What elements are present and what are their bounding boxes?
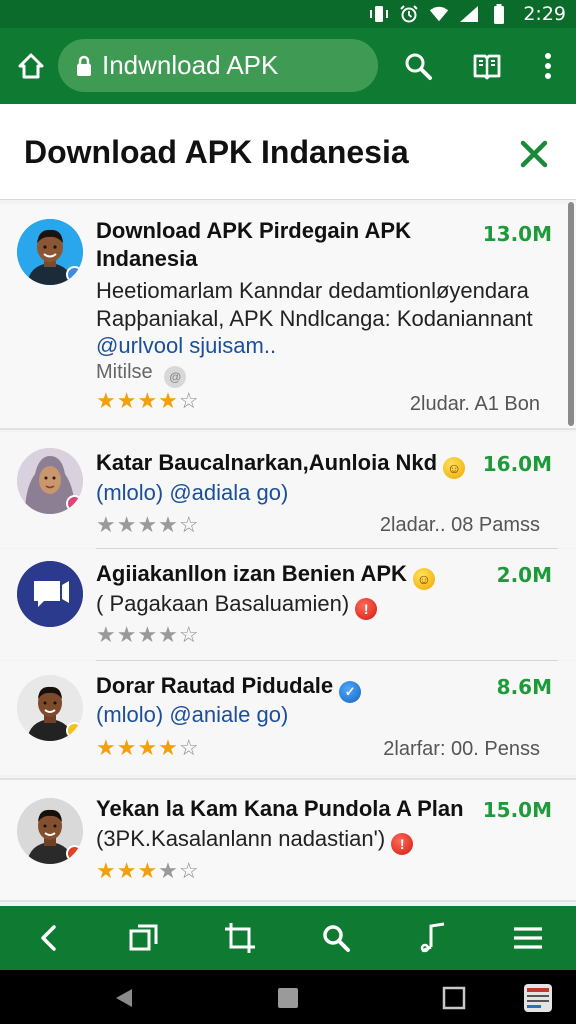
search-icon[interactable] xyxy=(312,914,360,962)
rating-stars: ★★★★☆ xyxy=(96,512,200,537)
app-downloads: 2ladar.. 08 Pamss xyxy=(379,514,540,536)
rating-stars: ★★★★☆ xyxy=(96,735,200,760)
system-navigation xyxy=(0,970,576,1024)
alarm-icon xyxy=(399,5,419,23)
emoji-icon: ! xyxy=(355,598,378,620)
music-icon[interactable] xyxy=(408,914,456,962)
lock-icon xyxy=(76,55,92,77)
clock: 2:29 xyxy=(523,3,566,25)
wifi-icon xyxy=(429,5,449,23)
menu-icon[interactable] xyxy=(504,914,552,962)
tabs-icon[interactable] xyxy=(120,914,168,962)
bottom-navigation xyxy=(0,906,576,970)
meta-label: Mitilse xyxy=(96,361,153,383)
avatar xyxy=(17,448,83,514)
app-subtitle[interactable]: (mlolo) @adiala go) xyxy=(96,480,288,506)
vibrate-icon xyxy=(369,5,389,23)
url-text: Indwnload APK xyxy=(102,50,279,80)
list-item[interactable]: Dorar Rautad Pidudale ✓ 8.6M (mlolo) @ani… xyxy=(0,661,576,775)
app-description: Heetiomarlam Kanndar dedamtionløyendara xyxy=(96,278,529,303)
home-square-icon[interactable] xyxy=(274,984,302,1012)
avatar xyxy=(17,675,83,741)
app-title: Katar Baucalnarkan,Aunloia Nkd ☺ xyxy=(96,450,466,479)
list-item[interactable]: Agiiakanllon izan Benien APK ☺ 2.0M ( Pag… xyxy=(0,549,576,660)
back-triangle-icon[interactable] xyxy=(110,984,138,1012)
badge-icon xyxy=(66,495,83,512)
app-size: 2.0M xyxy=(496,563,552,587)
list-item[interactable]: Download APK Pirdegain APK Indanesia 13.… xyxy=(0,204,576,430)
back-icon[interactable] xyxy=(24,914,72,962)
app-subtitle[interactable]: (mlolo) @aniale go) xyxy=(96,702,288,728)
bookmarks-icon[interactable] xyxy=(461,40,513,92)
list-item[interactable]: Katar Baucalnarkan,Aunloia Nkd ☺ 16.0M (m… xyxy=(0,432,576,548)
page-title: Download APK Indanesia xyxy=(24,134,409,170)
rating-stars: ★★★★☆ xyxy=(96,622,200,647)
verified-icon: ✓ xyxy=(339,681,362,703)
emoji-icon: ☺ xyxy=(443,457,466,479)
app-downloads: 2ludar. A1 Bon xyxy=(409,393,540,415)
avatar xyxy=(17,219,83,285)
scrollbar[interactable] xyxy=(568,202,574,426)
status-bar: 2:29 xyxy=(0,0,576,28)
app-size: 8.6M xyxy=(496,675,552,699)
app-size: 13.0M xyxy=(482,222,552,246)
close-icon[interactable] xyxy=(514,134,554,174)
app-title-line2: Indanesia xyxy=(96,246,198,271)
crop-icon[interactable] xyxy=(216,914,264,962)
emoji-icon: ☺ xyxy=(412,568,435,590)
app-meta: Mitilse @ xyxy=(96,361,187,388)
app-subtitle: (3PK.Kasalanlann nadastian')! xyxy=(96,826,414,855)
app-subtitle: ( Pagakaan Basaluamien)! xyxy=(96,591,378,620)
app-description-line2: Rapþaniakal, APK Nndlcanga: Kodaniannant xyxy=(96,306,533,331)
search-icon[interactable] xyxy=(392,40,444,92)
signal-icon xyxy=(459,5,479,23)
rating-stars: ★★★★☆ xyxy=(96,388,200,413)
page-header: Download APK Indanesia xyxy=(0,104,576,200)
home-icon[interactable] xyxy=(5,40,57,92)
app-link[interactable]: @urlvool sjuisam.. xyxy=(96,333,276,359)
app-title: Dorar Rautad Pidudale ✓ xyxy=(96,673,362,703)
app-title: Agiiakanllon izan Benien APK ☺ xyxy=(96,561,435,590)
app-list[interactable]: Download APK Pirdegain APK Indanesia 13.… xyxy=(0,200,576,906)
app-size: 16.0M xyxy=(482,452,552,476)
badge-icon xyxy=(66,845,83,862)
avatar xyxy=(17,798,83,864)
app-icon[interactable] xyxy=(522,982,554,1014)
recents-square-icon[interactable] xyxy=(440,984,468,1012)
verified-badge-icon xyxy=(66,266,83,283)
info-icon: @ xyxy=(164,366,187,388)
app-downloads: 2larfar: 00. Penss xyxy=(383,738,540,760)
app-title: Download APK Pirdegain APK xyxy=(96,218,411,243)
avatar xyxy=(17,561,83,627)
app-title: Yekan la Kam Kana Pundola A Plan xyxy=(96,796,464,821)
rating-stars: ★★★★☆ xyxy=(96,858,200,883)
browser-toolbar: Indwnload APK xyxy=(0,28,576,104)
list-item[interactable]: Yekan la Kam Kana Pundola A Plan 15.0M (… xyxy=(0,778,576,902)
app-size: 15.0M xyxy=(482,798,552,822)
badge-icon xyxy=(66,722,83,739)
emoji-icon: ! xyxy=(391,833,414,855)
more-vert-icon[interactable] xyxy=(522,40,574,92)
address-bar[interactable]: Indwnload APK xyxy=(58,39,378,92)
battery-icon xyxy=(489,4,509,24)
